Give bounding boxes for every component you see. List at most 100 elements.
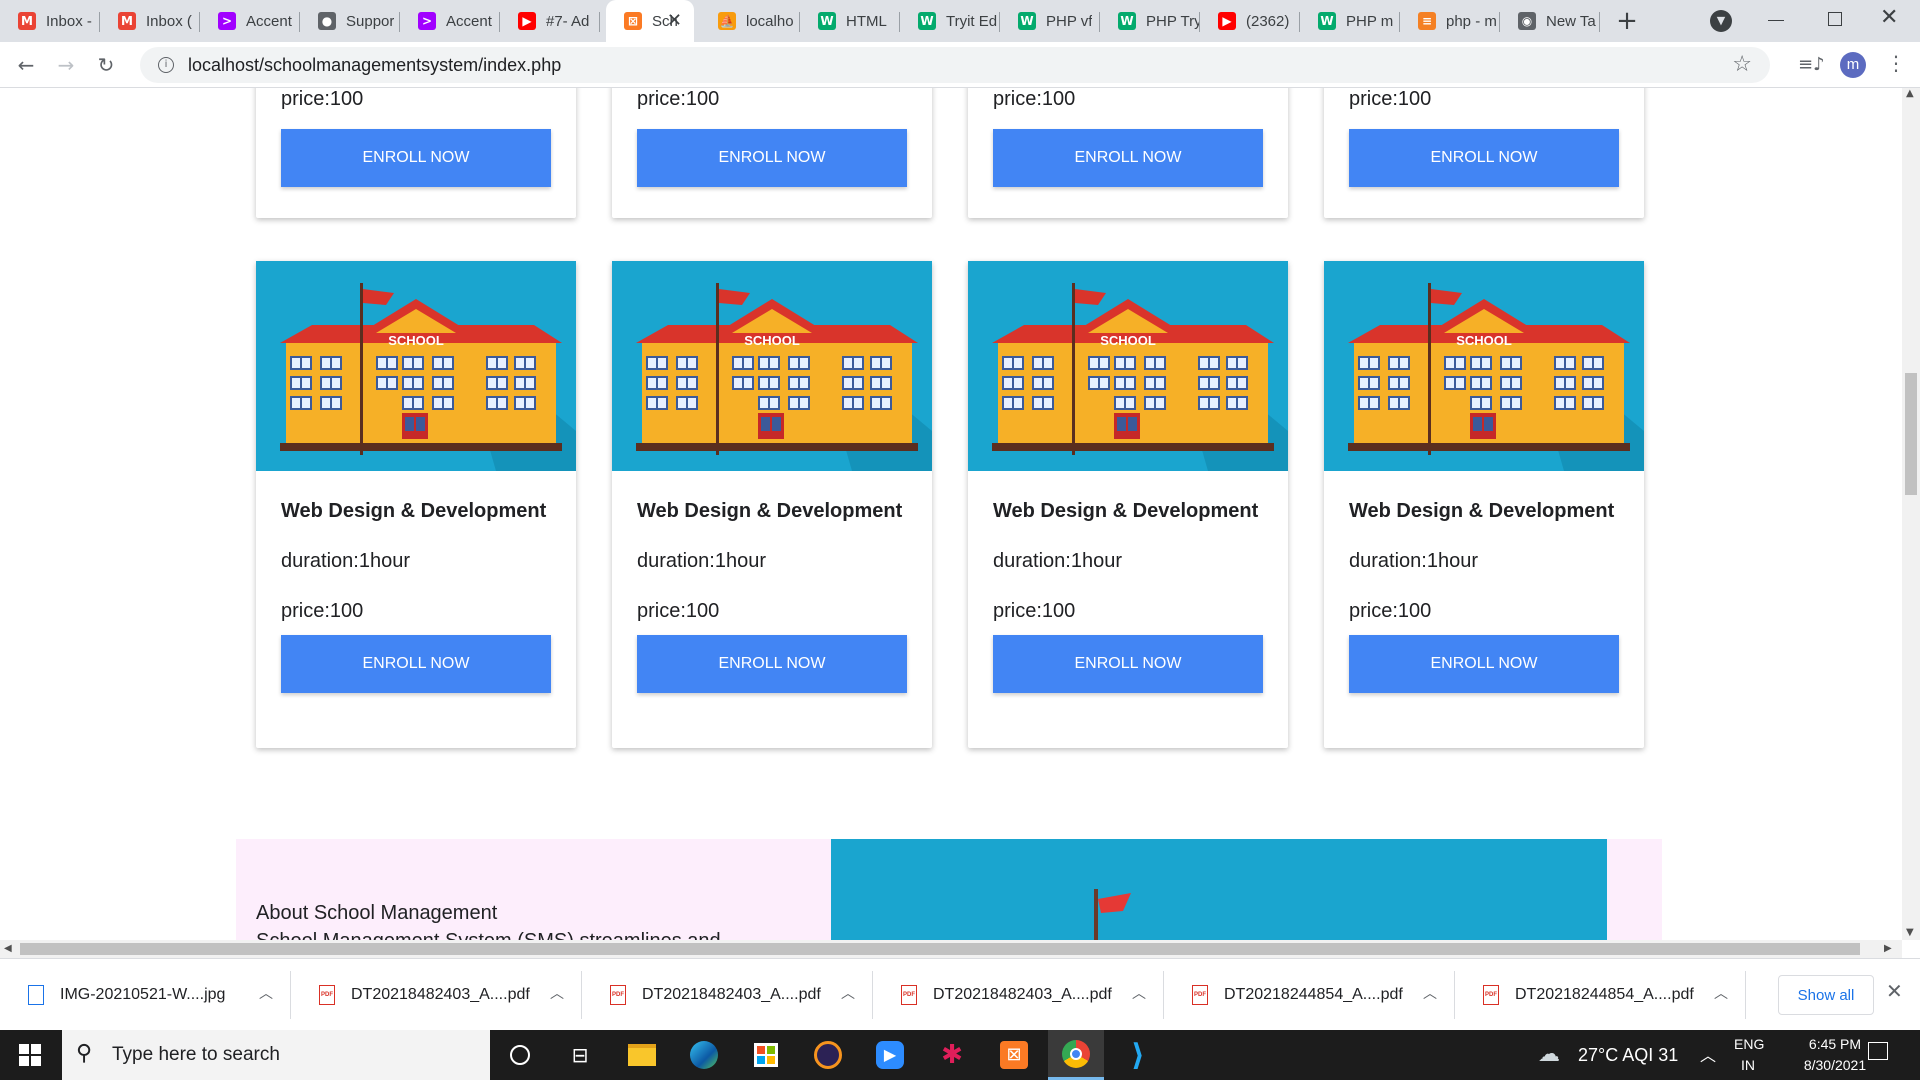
windows-start-icon[interactable] xyxy=(0,1030,60,1080)
gmail-icon: M xyxy=(118,12,136,30)
browser-tab[interactable]: ● Suppor xyxy=(300,0,400,42)
browser-tab[interactable]: ⛵ localho xyxy=(700,0,800,42)
clock-date[interactable]: 8/30/2021 xyxy=(1790,1057,1880,1073)
forward-arrow-icon[interactable]: → xyxy=(50,49,82,81)
scroll-left-arrow-icon[interactable]: ◀ xyxy=(4,943,12,954)
chevron-up-icon[interactable]: ︿ xyxy=(841,983,855,1003)
browser-tab[interactable]: W PHP m xyxy=(1300,0,1400,42)
enroll-now-button[interactable]: ENROLL NOW xyxy=(1349,635,1619,693)
address-bar[interactable]: i localhost/schoolmanagementsystem/index… xyxy=(140,47,1770,83)
reload-icon[interactable]: ↻ xyxy=(90,49,122,81)
enroll-now-button[interactable]: ENROLL NOW xyxy=(637,129,907,187)
close-window-icon[interactable]: ✕ xyxy=(1880,5,1898,30)
download-item[interactable]: IMG-20210521-W....jpg ︿ xyxy=(0,959,291,1031)
close-tab-icon[interactable]: ✕ xyxy=(667,10,682,31)
notifications-icon[interactable] xyxy=(1868,1042,1888,1060)
new-tab-button[interactable]: + xyxy=(1612,6,1642,36)
slack-icon[interactable]: ✱ xyxy=(924,1030,980,1080)
browser-tab[interactable]: > Accent xyxy=(400,0,500,42)
eclipse-icon[interactable] xyxy=(800,1030,856,1080)
pdf-file-icon: PDF xyxy=(610,985,626,1005)
browser-tab[interactable]: W PHP vf xyxy=(1000,0,1100,42)
minimize-icon[interactable] xyxy=(1768,20,1784,21)
zoom-icon[interactable]: ▶ xyxy=(862,1030,918,1080)
tab-search-icon[interactable]: ▼ xyxy=(1710,10,1732,32)
scroll-right-arrow-icon[interactable]: ▶ xyxy=(1884,943,1892,954)
course-price: price:100 xyxy=(637,600,720,622)
download-filename[interactable]: DT20218482403_A....pdf xyxy=(642,986,821,1004)
download-filename[interactable]: DT20218244854_A....pdf xyxy=(1224,986,1403,1004)
browser-tab[interactable]: M Inbox - xyxy=(0,0,100,42)
weather-text[interactable]: 27°C AQI 31 xyxy=(1578,1045,1678,1066)
download-filename[interactable]: DT20218482403_A....pdf xyxy=(351,986,530,1004)
back-arrow-icon[interactable]: ← xyxy=(10,49,42,81)
url-text[interactable]: localhost/schoolmanagementsystem/index.p… xyxy=(188,55,561,76)
download-item[interactable]: PDF DT20218482403_A....pdf ︿ xyxy=(291,959,582,1031)
edge-browser-icon[interactable] xyxy=(676,1030,732,1080)
course-price: price:100 xyxy=(993,88,1076,110)
chevron-up-icon[interactable]: ︿ xyxy=(1132,983,1146,1003)
tab-title: HTML xyxy=(846,12,887,30)
browser-tab[interactable]: ≡ php - m xyxy=(1400,0,1500,42)
download-filename[interactable]: DT20218482403_A....pdf xyxy=(933,986,1112,1004)
browser-tab[interactable]: ◉ New Ta xyxy=(1500,0,1600,42)
taskbar-search-box[interactable]: ⚲ Type here to search xyxy=(62,1030,490,1080)
language-top[interactable]: ENG xyxy=(1734,1036,1764,1052)
chrome-icon[interactable] xyxy=(1048,1030,1104,1080)
course-card: SCHOOL Web Design & Development duration:… xyxy=(968,261,1288,748)
menu-kebab-icon[interactable]: ⋮ xyxy=(1886,51,1906,75)
scroll-down-arrow-icon[interactable]: ▼ xyxy=(1906,927,1914,938)
enroll-now-button[interactable]: ENROLL NOW xyxy=(993,635,1263,693)
task-view-icon[interactable]: ⊟ xyxy=(552,1030,608,1080)
download-filename[interactable]: IMG-20210521-W....jpg xyxy=(60,986,225,1004)
course-price: price:100 xyxy=(637,88,720,110)
show-all-downloads-button[interactable]: Show all xyxy=(1778,975,1874,1015)
reading-list-icon[interactable]: ≡♪ xyxy=(1798,54,1825,75)
download-filename[interactable]: DT20218244854_A....pdf xyxy=(1515,986,1694,1004)
restore-icon[interactable] xyxy=(1828,12,1842,26)
chevron-up-icon[interactable]: ︿ xyxy=(550,983,564,1003)
file-explorer-icon[interactable] xyxy=(614,1030,670,1080)
vscode-icon[interactable]: ⟩ xyxy=(1110,1030,1166,1080)
enroll-now-button[interactable]: ENROLL NOW xyxy=(993,129,1263,187)
download-item[interactable]: PDF DT20218244854_A....pdf ︿ xyxy=(1455,959,1746,1031)
browser-tab[interactable]: W HTML xyxy=(800,0,900,42)
vertical-scrollbar[interactable]: ▲ ▼ xyxy=(1902,88,1920,940)
microsoft-store-icon[interactable] xyxy=(738,1030,794,1080)
vertical-scroll-thumb[interactable] xyxy=(1905,373,1917,495)
horizontal-scrollbar[interactable]: ◀ ▶ xyxy=(0,940,1902,958)
chevron-up-icon[interactable]: ︿ xyxy=(1423,983,1437,1003)
chevron-up-icon[interactable]: ︿ xyxy=(259,983,273,1003)
tray-chevron-icon[interactable]: ︿ xyxy=(1700,1042,1716,1066)
browser-tab[interactable]: ▶ #7- Ad xyxy=(500,0,600,42)
weather-icon[interactable]: ☁ xyxy=(1538,1042,1560,1067)
browser-tab[interactable]: > Accent xyxy=(200,0,300,42)
horizontal-scroll-thumb[interactable] xyxy=(20,943,1860,955)
language-bottom[interactable]: IN xyxy=(1741,1057,1755,1073)
browser-tab[interactable]: ⊠ Sch ✕ xyxy=(606,0,694,42)
tab-separator xyxy=(599,12,600,32)
xampp-icon[interactable]: ⊠ xyxy=(986,1030,1042,1080)
profile-avatar[interactable]: m xyxy=(1840,52,1866,78)
browser-tab[interactable]: ▶ (2362) xyxy=(1200,0,1300,42)
close-shelf-icon[interactable]: ✕ xyxy=(1886,979,1903,1003)
scroll-up-arrow-icon[interactable]: ▲ xyxy=(1906,88,1914,99)
download-item[interactable]: PDF DT20218482403_A....pdf ︿ xyxy=(873,959,1164,1031)
browser-tab[interactable]: W PHP Try xyxy=(1100,0,1200,42)
enroll-now-button[interactable]: ENROLL NOW xyxy=(281,635,551,693)
school-sign: SCHOOL xyxy=(744,333,800,348)
download-item[interactable]: PDF DT20218482403_A....pdf ︿ xyxy=(582,959,873,1031)
clock-time[interactable]: 6:45 PM xyxy=(1790,1036,1880,1052)
chevron-up-icon[interactable]: ︿ xyxy=(1714,983,1728,1003)
cortana-icon[interactable] xyxy=(492,1030,548,1080)
site-info-icon[interactable]: i xyxy=(158,57,174,73)
download-item[interactable]: PDF DT20218244854_A....pdf ︿ xyxy=(1164,959,1455,1031)
browser-tab[interactable]: W Tryit Ed xyxy=(900,0,1000,42)
enroll-now-button[interactable]: ENROLL NOW xyxy=(281,129,551,187)
course-image: SCHOOL xyxy=(968,261,1288,471)
w3schools-icon: W xyxy=(918,12,936,30)
enroll-now-button[interactable]: ENROLL NOW xyxy=(637,635,907,693)
enroll-now-button[interactable]: ENROLL NOW xyxy=(1349,129,1619,187)
bookmark-star-icon[interactable]: ☆ xyxy=(1732,52,1752,77)
browser-tab[interactable]: M Inbox ( xyxy=(100,0,200,42)
